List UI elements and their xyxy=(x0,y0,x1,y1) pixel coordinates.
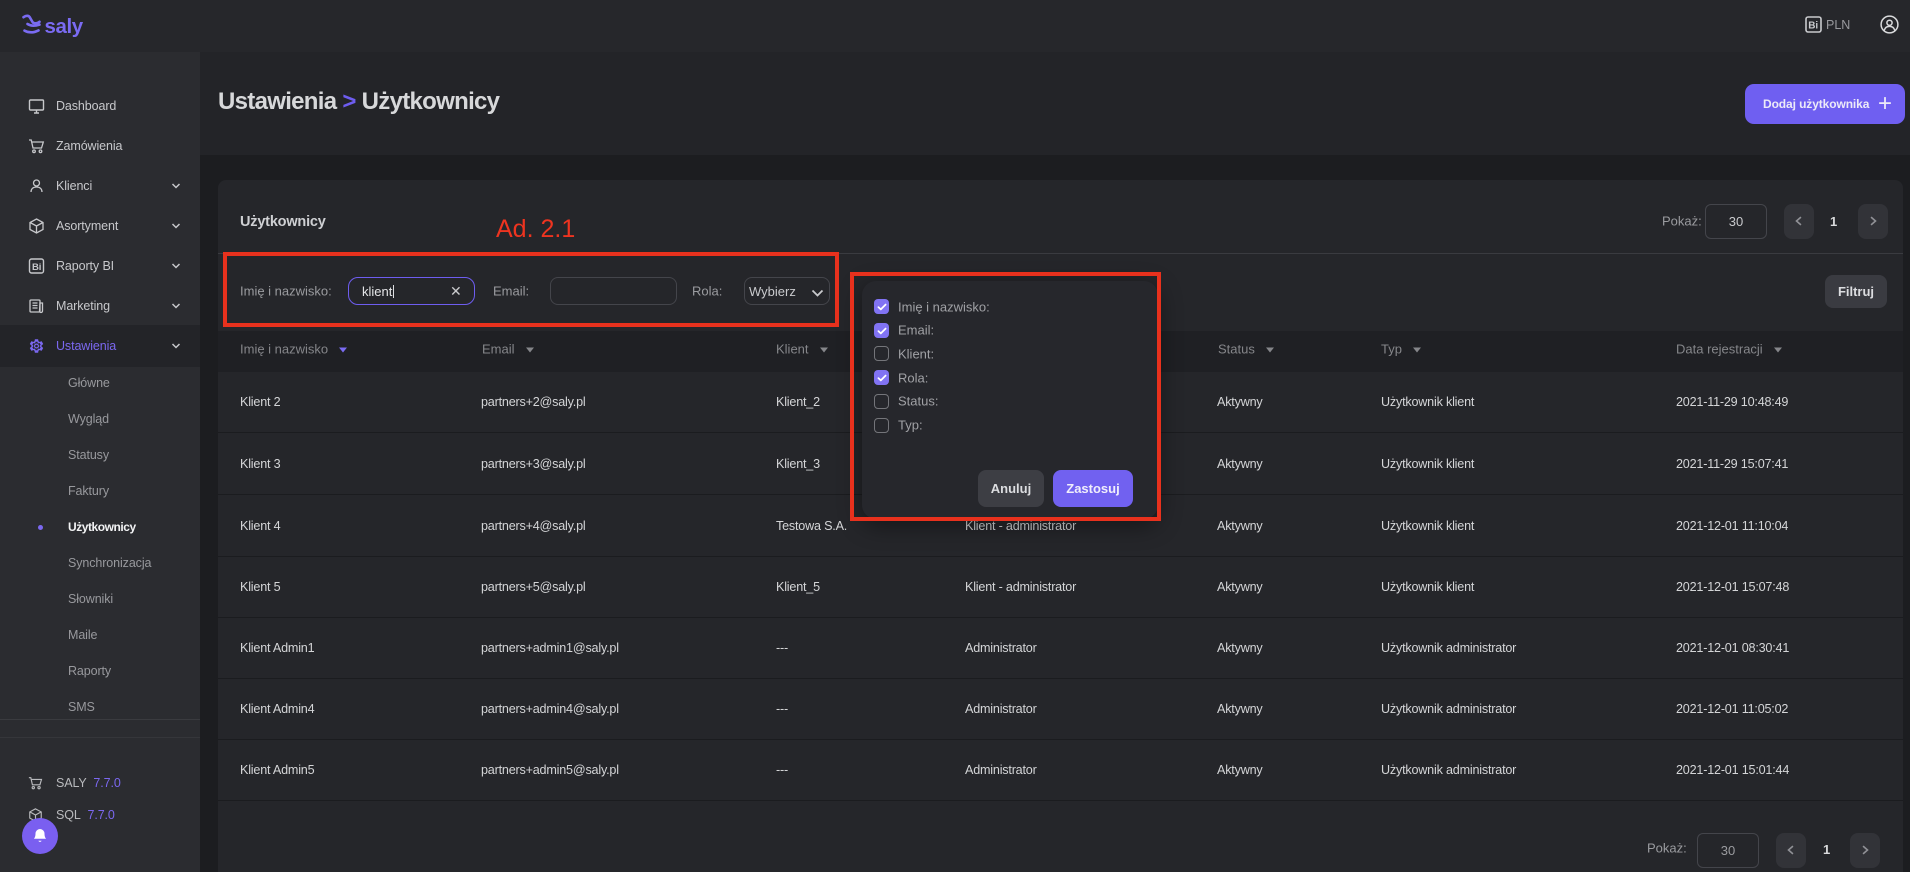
svg-text:Bi: Bi xyxy=(1808,21,1818,32)
svg-text:saly: saly xyxy=(45,15,84,38)
svg-text:Bi: Bi xyxy=(32,262,41,273)
